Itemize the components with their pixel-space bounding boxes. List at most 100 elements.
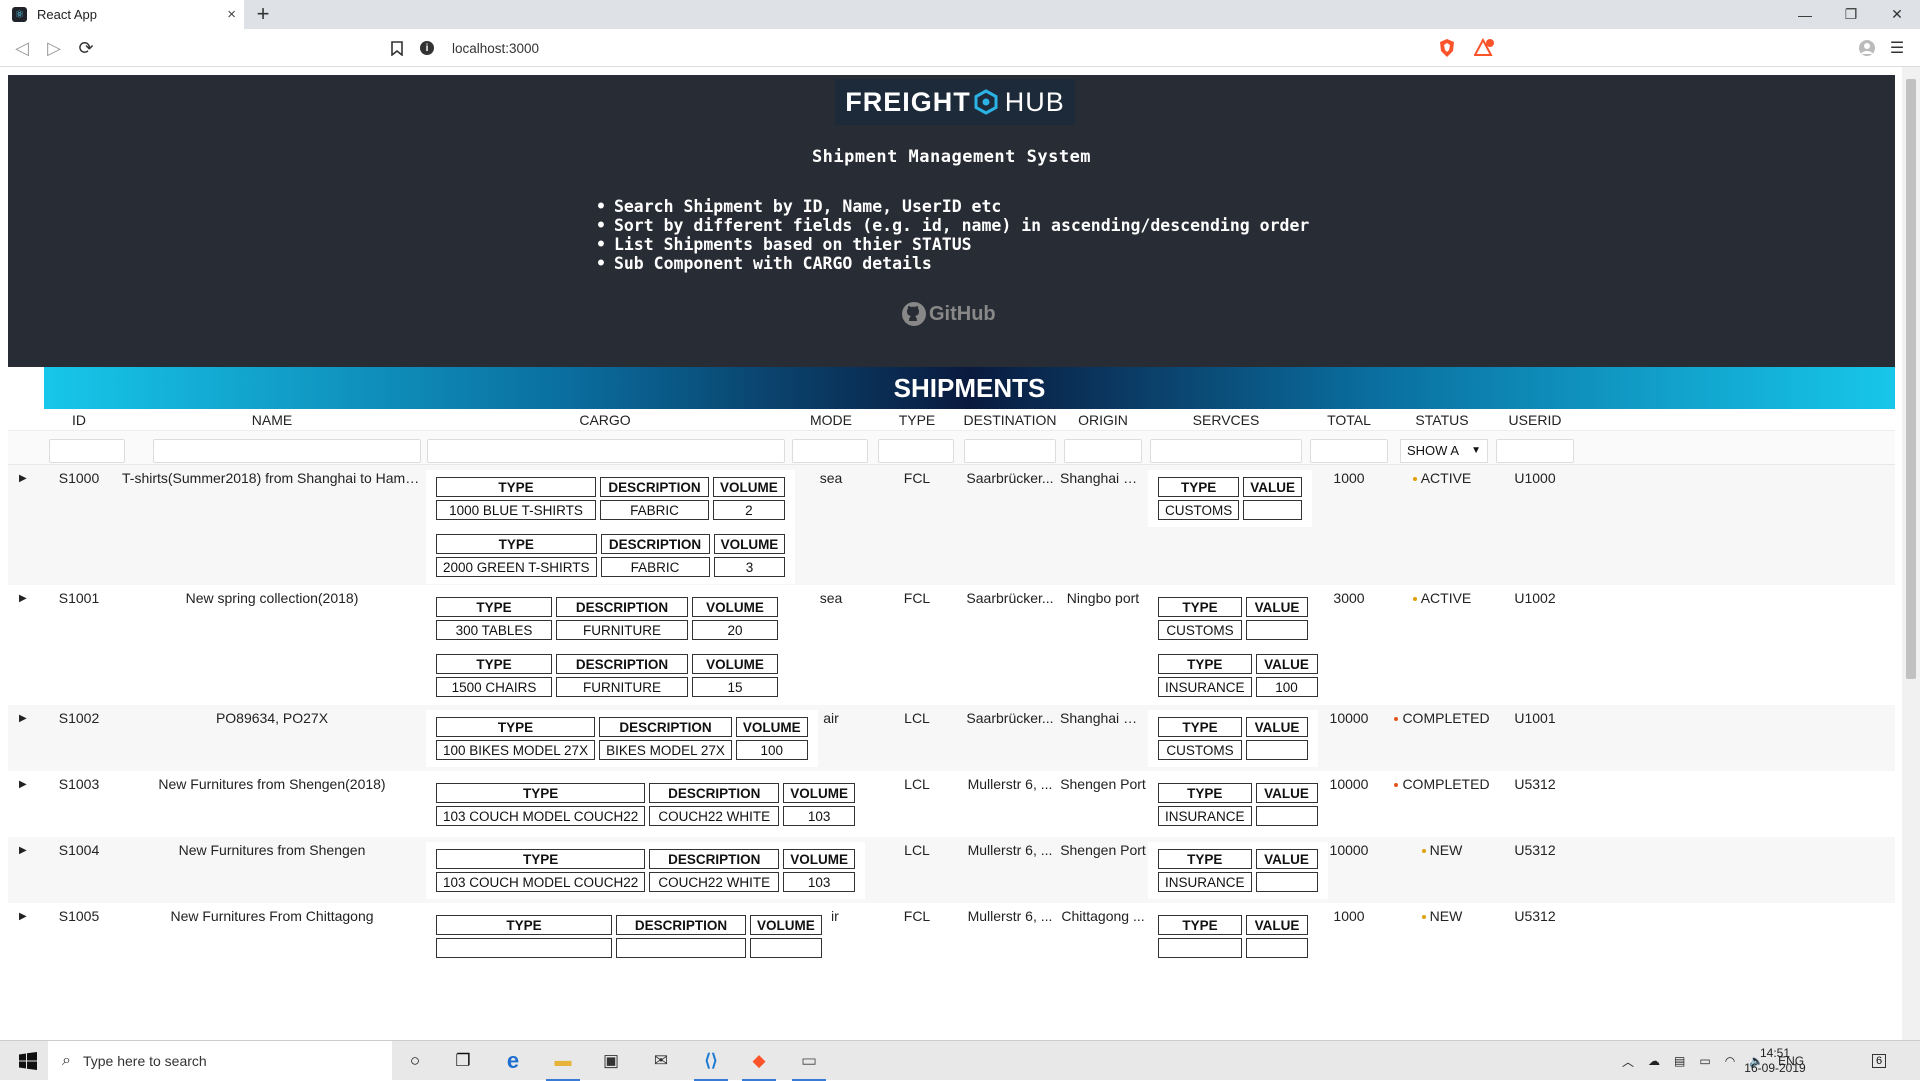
new-tab-button[interactable]: + — [252, 3, 274, 25]
scrollbar-thumb[interactable] — [1906, 79, 1916, 679]
userid-filter-input[interactable] — [1496, 439, 1574, 463]
status-filter-select[interactable]: SHOW A ▼ — [1400, 439, 1488, 463]
reload-icon[interactable]: ⟳ — [75, 37, 97, 59]
type-filter-input[interactable] — [878, 439, 954, 463]
services-subtable: TYPE VALUE INSURANCE 100 — [1154, 651, 1322, 700]
service-type-cell: CUSTOMS — [1158, 500, 1240, 520]
store-icon[interactable]: ▣ — [588, 1041, 634, 1081]
menu-icon[interactable]: ☰ — [1886, 37, 1908, 59]
column-header-destination[interactable]: DESTINATION — [960, 412, 1060, 428]
expand-row-icon[interactable]: ▶ — [19, 473, 27, 484]
expand-row-icon[interactable]: ▶ — [19, 911, 27, 922]
github-link[interactable]: GitHub — [901, 301, 996, 327]
browser-tab[interactable]: ⚛ React App × — [0, 0, 244, 29]
column-header-id[interactable]: ID — [36, 412, 122, 428]
restore-icon[interactable]: ❐ — [1828, 0, 1874, 29]
brave-shield-icon[interactable] — [1436, 37, 1458, 59]
taskbar-search[interactable]: ⌕ Type here to search — [48, 1041, 392, 1081]
cargo-header-cell: TYPE — [436, 849, 646, 869]
mail-icon[interactable]: ✉ — [638, 1041, 684, 1081]
column-header-mode[interactable]: MODE — [788, 412, 874, 428]
service-value-cell — [1246, 740, 1308, 760]
file-explorer-icon[interactable]: ▬ — [540, 1041, 586, 1081]
task-view-icon[interactable]: ❐ — [440, 1041, 486, 1081]
start-button[interactable] — [8, 1041, 48, 1081]
forward-icon[interactable]: ▷ — [43, 37, 65, 59]
site-info-icon[interactable]: i — [420, 41, 434, 55]
minimize-icon[interactable]: — — [1782, 0, 1828, 29]
cargo-header-cell: TYPE — [436, 915, 612, 935]
cargo-subtable: TYPE DESCRIPTION VOLUME 1000 BLUE T-SHIRTS F… — [432, 474, 789, 523]
cargo-type-cell: 100 BIKES MODEL 27X — [436, 740, 596, 760]
services-subtable: TYPE VALUE — [1154, 912, 1312, 961]
column-header-type[interactable]: TYPE — [874, 412, 960, 428]
onedrive-icon[interactable]: ☁ — [1648, 1054, 1660, 1068]
cell-id: S1003 — [58, 776, 100, 792]
cargo-header-cell: VOLUME — [750, 915, 822, 935]
cell-origin: Ningbo port — [1066, 590, 1140, 606]
mode-filter-input[interactable] — [792, 439, 868, 463]
cell-id: S1004 — [58, 842, 100, 858]
profile-avatar-icon[interactable] — [1856, 37, 1878, 59]
services-filter-input[interactable] — [1150, 439, 1302, 463]
expand-row-icon[interactable]: ▶ — [19, 713, 27, 724]
show-hidden-icons-icon[interactable]: ︿ — [1622, 1053, 1634, 1070]
column-header-userid[interactable]: USERID — [1492, 412, 1578, 428]
cargo-description-cell: FURNITURE — [556, 677, 688, 697]
column-header-origin[interactable]: ORIGIN — [1060, 412, 1146, 428]
cell-type: FCL — [903, 590, 931, 606]
cargo-header-cell: VOLUME — [692, 597, 778, 617]
brave-rewards-icon[interactable] — [1474, 37, 1496, 59]
vscode-icon[interactable]: ⟨⟩ — [688, 1041, 734, 1081]
feature-list: Search Shipment by ID, Name, UserID etc … — [596, 197, 1309, 273]
table-row[interactable]: ▶ S1001 New spring collection(2018) sea FCL S… — [8, 585, 1895, 705]
column-header-status[interactable]: STATUS — [1392, 412, 1492, 428]
close-tab-icon[interactable]: × — [227, 6, 236, 23]
service-header-cell: TYPE — [1158, 717, 1242, 737]
cell-mode: sea — [819, 470, 843, 486]
column-header-services[interactable]: SERVCES — [1146, 412, 1306, 428]
id-filter-input[interactable] — [49, 439, 125, 463]
services-subtable: TYPE VALUE CUSTOMS — [1154, 474, 1306, 523]
column-header-name[interactable]: NAME — [122, 412, 422, 428]
battery-icon[interactable]: ▭ — [1699, 1054, 1710, 1068]
taskbar-clock[interactable]: 14:51 16-09-2019 — [1740, 1046, 1810, 1076]
cell-destination: Saarbrücker... — [966, 590, 1054, 606]
cell-origin: Shengen Port — [1060, 842, 1146, 858]
freighthub-logo: FREIGHT HUB — [835, 79, 1075, 125]
cargo-filter-input[interactable] — [427, 439, 785, 463]
cell-destination: Mullerstr 6, ... — [967, 776, 1053, 792]
brave-taskbar-icon[interactable]: ◆ — [736, 1041, 782, 1081]
remote-desktop-icon[interactable]: ▭ — [786, 1041, 832, 1081]
expand-row-icon[interactable]: ▶ — [19, 593, 27, 604]
notifications-icon[interactable]: 6 — [1856, 1041, 1902, 1081]
column-header-total[interactable]: TOTAL — [1306, 412, 1392, 428]
column-header-cargo[interactable]: CARGO — [422, 412, 788, 428]
cell-origin: Shengen Port — [1060, 776, 1146, 792]
origin-filter-input[interactable] — [1064, 439, 1142, 463]
table-row[interactable]: ▶ S1002 PO89634, PO27X air LCL Saarbrücker...… — [8, 705, 1895, 771]
close-window-icon[interactable]: ✕ — [1874, 0, 1920, 29]
total-filter-input[interactable] — [1310, 439, 1388, 463]
table-row[interactable]: ▶ S1000 T-shirts(Summer2018) from Shanghai… — [8, 465, 1895, 585]
cell-total: 1000 — [1333, 908, 1365, 924]
cortana-icon[interactable]: ○ — [392, 1041, 438, 1081]
network-adapter-icon[interactable]: ▤ — [1674, 1054, 1685, 1068]
cargo-volume-cell: 20 — [692, 620, 778, 640]
table-row[interactable]: ▶S1004New Furnitures from ShengenairLCLM… — [8, 837, 1895, 903]
expand-row-icon[interactable]: ▶ — [19, 845, 27, 856]
table-row[interactable]: ▶S1003New Furnitures from Shengen(2018)s… — [8, 771, 1895, 837]
cargo-subtable-group: TYPE DESCRIPTION VOLUME — [426, 908, 832, 965]
status-label: COMPLETED — [1402, 710, 1490, 726]
wifi-icon[interactable]: ◠ — [1725, 1054, 1735, 1068]
destination-filter-input[interactable] — [964, 439, 1056, 463]
expand-row-icon[interactable]: ▶ — [19, 779, 27, 790]
edge-icon[interactable]: e — [490, 1041, 536, 1081]
address-bar[interactable]: i localhost:3000 — [420, 35, 1430, 61]
page-scrollbar[interactable] — [1902, 67, 1920, 1040]
name-filter-input[interactable] — [153, 439, 421, 463]
table-row[interactable]: ▶S1005New Furnitures From ChittagongairF… — [8, 903, 1895, 965]
back-icon[interactable]: ◁ — [11, 37, 33, 59]
clock-time: 14:51 — [1759, 1046, 1791, 1060]
bookmark-icon[interactable] — [386, 37, 408, 59]
